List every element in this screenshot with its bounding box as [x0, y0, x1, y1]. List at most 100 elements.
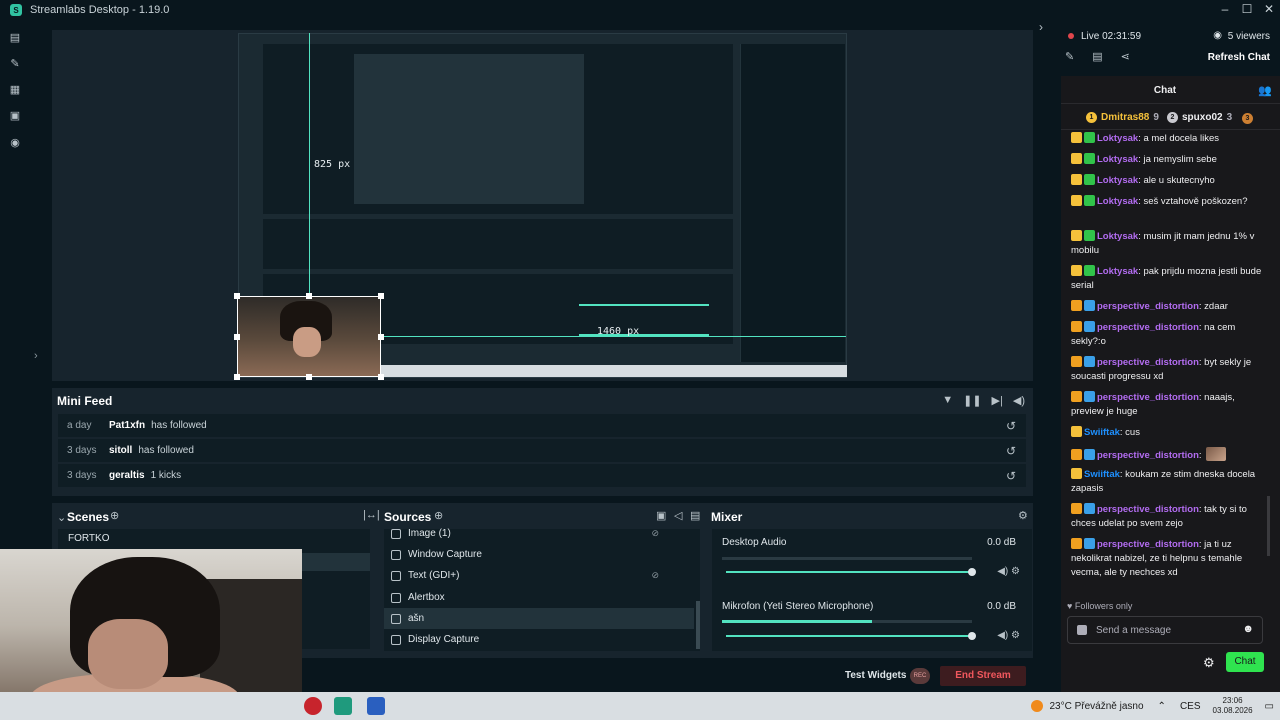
chevron-down-icon[interactable]: ⌄ [57, 511, 66, 524]
chat-username[interactable]: Swiiftak [1084, 469, 1120, 480]
add-folder-icon[interactable]: ▤ [690, 509, 700, 522]
refresh-chat-button[interactable]: Refresh Chat [1208, 52, 1270, 63]
chat-username[interactable]: Loktysak [1097, 196, 1138, 207]
record-icon[interactable]: ◉ [9, 137, 21, 149]
chat-username[interactable]: Loktysak [1097, 231, 1138, 242]
add-source-icon[interactable]: ⊕ [434, 509, 443, 522]
chat-username[interactable]: perspective_distortion [1097, 504, 1199, 515]
popout-icon[interactable]: ▤ [1092, 50, 1102, 63]
collection-icon[interactable]: |↔| [363, 509, 380, 521]
chat-username[interactable]: perspective_distortion [1097, 301, 1199, 312]
slider-knob[interactable] [968, 632, 976, 640]
pause-icon[interactable]: ❚❚ [963, 394, 981, 407]
replay-icon[interactable]: ↺ [1006, 469, 1016, 483]
clock[interactable]: 23:06 03.08.2026 [1213, 696, 1253, 716]
filter-icon[interactable]: ▼ [942, 394, 953, 407]
layout-icon[interactable]: ▣ [9, 110, 21, 122]
subscriber-badge-icon [1071, 153, 1082, 164]
folder-icon[interactable]: ▣ [656, 509, 666, 522]
eye-off-icon[interactable]: ⊘ [651, 570, 659, 581]
chevron-up-icon[interactable]: ⌃ [1158, 701, 1166, 712]
emoji-icon[interactable]: ☻ [1242, 623, 1254, 635]
minimize-button[interactable]: – [1214, 0, 1236, 20]
share-icon[interactable]: ⋖ [1121, 50, 1130, 63]
gear-icon[interactable]: ⚙ [1011, 630, 1020, 641]
gear-icon[interactable]: ⚙ [1203, 655, 1215, 671]
replay-icon[interactable]: ↺ [1006, 419, 1016, 433]
close-button[interactable]: ✕ [1258, 0, 1280, 20]
feed-time: 3 days [67, 470, 97, 481]
resize-handle[interactable] [234, 334, 240, 340]
chat-username[interactable]: perspective_distortion [1097, 322, 1199, 333]
chat-username[interactable]: perspective_distortion [1097, 539, 1199, 550]
moderator-badge-icon [1084, 153, 1095, 164]
resize-handle[interactable] [378, 334, 384, 340]
moderator-badge-icon [1084, 230, 1095, 241]
mixer-channel-db: 0.0 dB [987, 601, 1016, 612]
store-icon[interactable]: ▦ [9, 84, 21, 96]
chevron-right-icon[interactable]: › [34, 350, 38, 362]
chat-username[interactable]: Swiiftak [1084, 427, 1120, 438]
resize-handle[interactable] [234, 374, 240, 380]
add-scene-icon[interactable]: ⊕ [110, 509, 119, 522]
audio-icon[interactable]: ◁ [674, 509, 682, 522]
replay-icon[interactable]: ↺ [1006, 444, 1016, 458]
skip-icon[interactable]: ▶| [992, 394, 1003, 407]
record-button[interactable]: REC [910, 668, 930, 684]
live-indicator-icon [1068, 33, 1074, 39]
scrollbar[interactable] [696, 601, 700, 649]
chat-input-box[interactable]: ☻ [1067, 616, 1263, 644]
resize-handle[interactable] [306, 293, 312, 299]
source-item-selected[interactable]: ašn [384, 608, 694, 629]
source-item[interactable]: Image (1) ⊘ [384, 523, 694, 544]
edit-icon[interactable]: ✎ [1065, 50, 1074, 63]
leaderboard-item[interactable]: 1 Dmitras88 9 [1086, 112, 1159, 123]
chat-message: perspective_distortion: naaajs, preview … [1071, 391, 1263, 419]
source-item[interactable]: Display Capture [384, 629, 694, 650]
streamlabs-app-icon[interactable] [334, 697, 352, 715]
chat-username[interactable]: Loktysak [1097, 154, 1138, 165]
speaker-icon[interactable]: ◀) [997, 566, 1008, 577]
slider-knob[interactable] [968, 568, 976, 576]
users-icon[interactable]: 👥 [1258, 84, 1272, 97]
editor-icon[interactable]: ▤ [9, 32, 21, 44]
source-item[interactable]: Text (GDI+) ⊘ [384, 565, 694, 586]
source-item[interactable]: Alertbox [384, 587, 694, 608]
end-stream-button[interactable]: End Stream [940, 666, 1026, 686]
resize-handle[interactable] [378, 293, 384, 299]
resize-handle[interactable] [234, 293, 240, 299]
chat-input[interactable] [1096, 623, 1236, 637]
language-indicator[interactable]: CES [1180, 701, 1201, 712]
notification-icon[interactable]: ▭ [1265, 701, 1274, 712]
chevron-right-icon[interactable]: › [1039, 20, 1043, 34]
eye-off-icon[interactable]: ⊘ [651, 528, 659, 539]
resize-handle[interactable] [378, 374, 384, 380]
test-widgets-button[interactable]: Test Widgets [845, 670, 906, 681]
chat-username[interactable]: Loktysak [1097, 133, 1138, 144]
themes-icon[interactable]: ✎ [9, 58, 21, 70]
chat-username[interactable]: Loktysak [1097, 266, 1138, 277]
selected-source[interactable] [237, 296, 381, 377]
chat-username[interactable]: perspective_distortion [1097, 450, 1199, 461]
chat-username[interactable]: perspective_distortion [1097, 392, 1199, 403]
moderator-badge-icon [1084, 265, 1095, 276]
source-item[interactable]: Window Capture [384, 544, 694, 565]
crown-badge-icon [1071, 538, 1082, 549]
feed-action: 1 kicks [150, 470, 182, 481]
volume-icon[interactable]: ◀) [1013, 394, 1025, 407]
chat-username[interactable]: Loktysak [1097, 175, 1138, 186]
chat-send-button[interactable]: Chat [1226, 652, 1264, 672]
volume-slider[interactable] [726, 632, 976, 640]
scene-item[interactable]: FORTKO [58, 530, 370, 548]
speaker-icon[interactable]: ◀) [997, 630, 1008, 641]
resize-handle[interactable] [306, 374, 312, 380]
maximize-button[interactable]: ☐ [1236, 0, 1258, 20]
chat-scrollbar[interactable] [1267, 496, 1270, 556]
volume-slider[interactable] [726, 568, 976, 576]
app-icon[interactable] [304, 697, 322, 715]
app-icon[interactable] [367, 697, 385, 715]
gear-icon[interactable]: ⚙ [1011, 566, 1020, 577]
leaderboard-item[interactable]: 2 spuxo02 3 [1167, 112, 1232, 123]
gear-icon[interactable]: ⚙ [1018, 509, 1028, 522]
chat-username[interactable]: perspective_distortion [1097, 357, 1199, 368]
